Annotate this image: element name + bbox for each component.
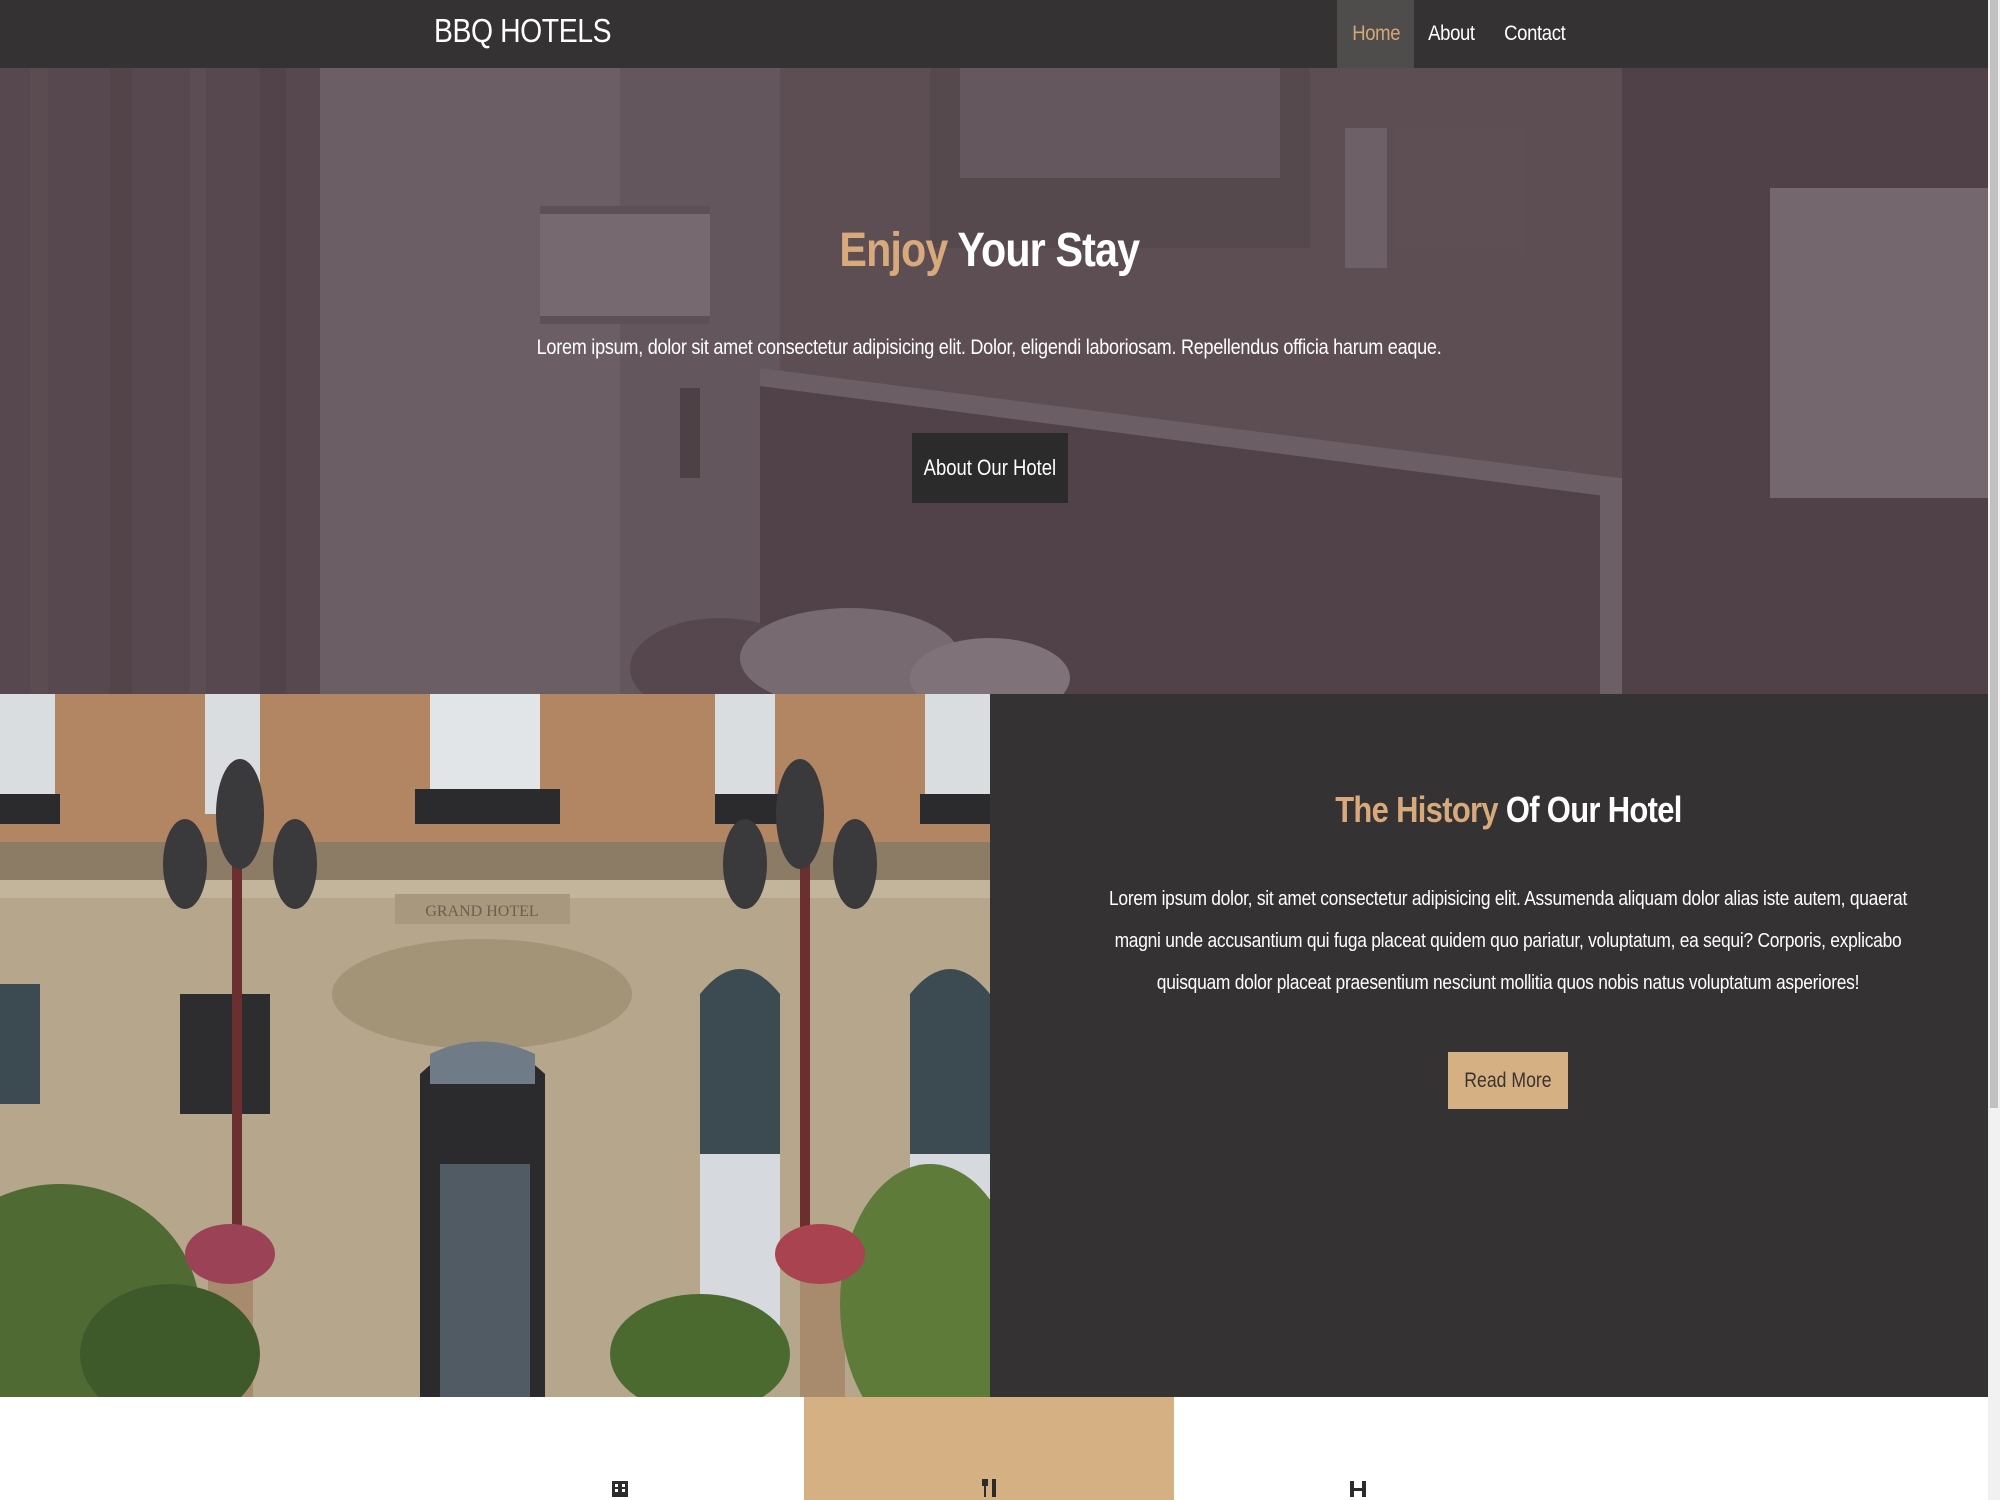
features-section [0,1397,1988,1500]
hero-subtitle: Lorem ipsum, dolor sit amet consectetur … [536,336,1442,359]
hotel-facade-image: GRAND HOTEL [0,694,990,1397]
history-text: The History Of Our Hotel Lorem ipsum dol… [1090,694,1926,1397]
read-more-button[interactable]: Read More [1448,1052,1568,1109]
history-body: Lorem ipsum dolor, sit amet consectetur … [1108,888,1908,994]
utensils-icon [982,1479,996,1497]
hero-title-rest: Your Stay [947,224,1140,277]
dumbbell-icon [1350,1481,1366,1497]
history-title-accent: The History [1334,789,1498,830]
history-title: The History Of Our Hotel [1090,789,1926,831]
history-title-rest: Of Our Hotel [1497,789,1682,830]
hero-title-accent: Enjoy [839,224,948,277]
navbar: BBQ HOTELS Home About Contact [0,0,1988,68]
building-icon [612,1481,628,1497]
grand-hotel-sign: GRAND HOTEL [425,903,538,920]
nav-link-contact[interactable]: Contact [1489,0,1581,68]
feature-card-dining [804,1397,1174,1500]
feature-card-gym [1174,1397,1988,1500]
nav-links: Home About Contact [1337,0,1581,68]
history-section: GRAND HOTEL The History Of Our Hotel Lor… [0,694,1988,1397]
hero-title: Enjoy Your Stay [0,223,1978,278]
nav-link-home[interactable]: Home [1337,0,1415,68]
brand-logo[interactable]: BBQ HOTELS [434,12,611,50]
about-our-hotel-button[interactable]: About Our Hotel [912,433,1068,503]
scrollbar-thumb[interactable] [1990,0,1998,1108]
page-scrollbar[interactable] [1988,0,2000,1500]
nav-link-about[interactable]: About [1414,0,1489,68]
feature-card-rooms [0,1397,804,1500]
hero-overlay [0,68,1988,694]
hero-section: Enjoy Your Stay Lorem ipsum, dolor sit a… [0,68,1988,694]
